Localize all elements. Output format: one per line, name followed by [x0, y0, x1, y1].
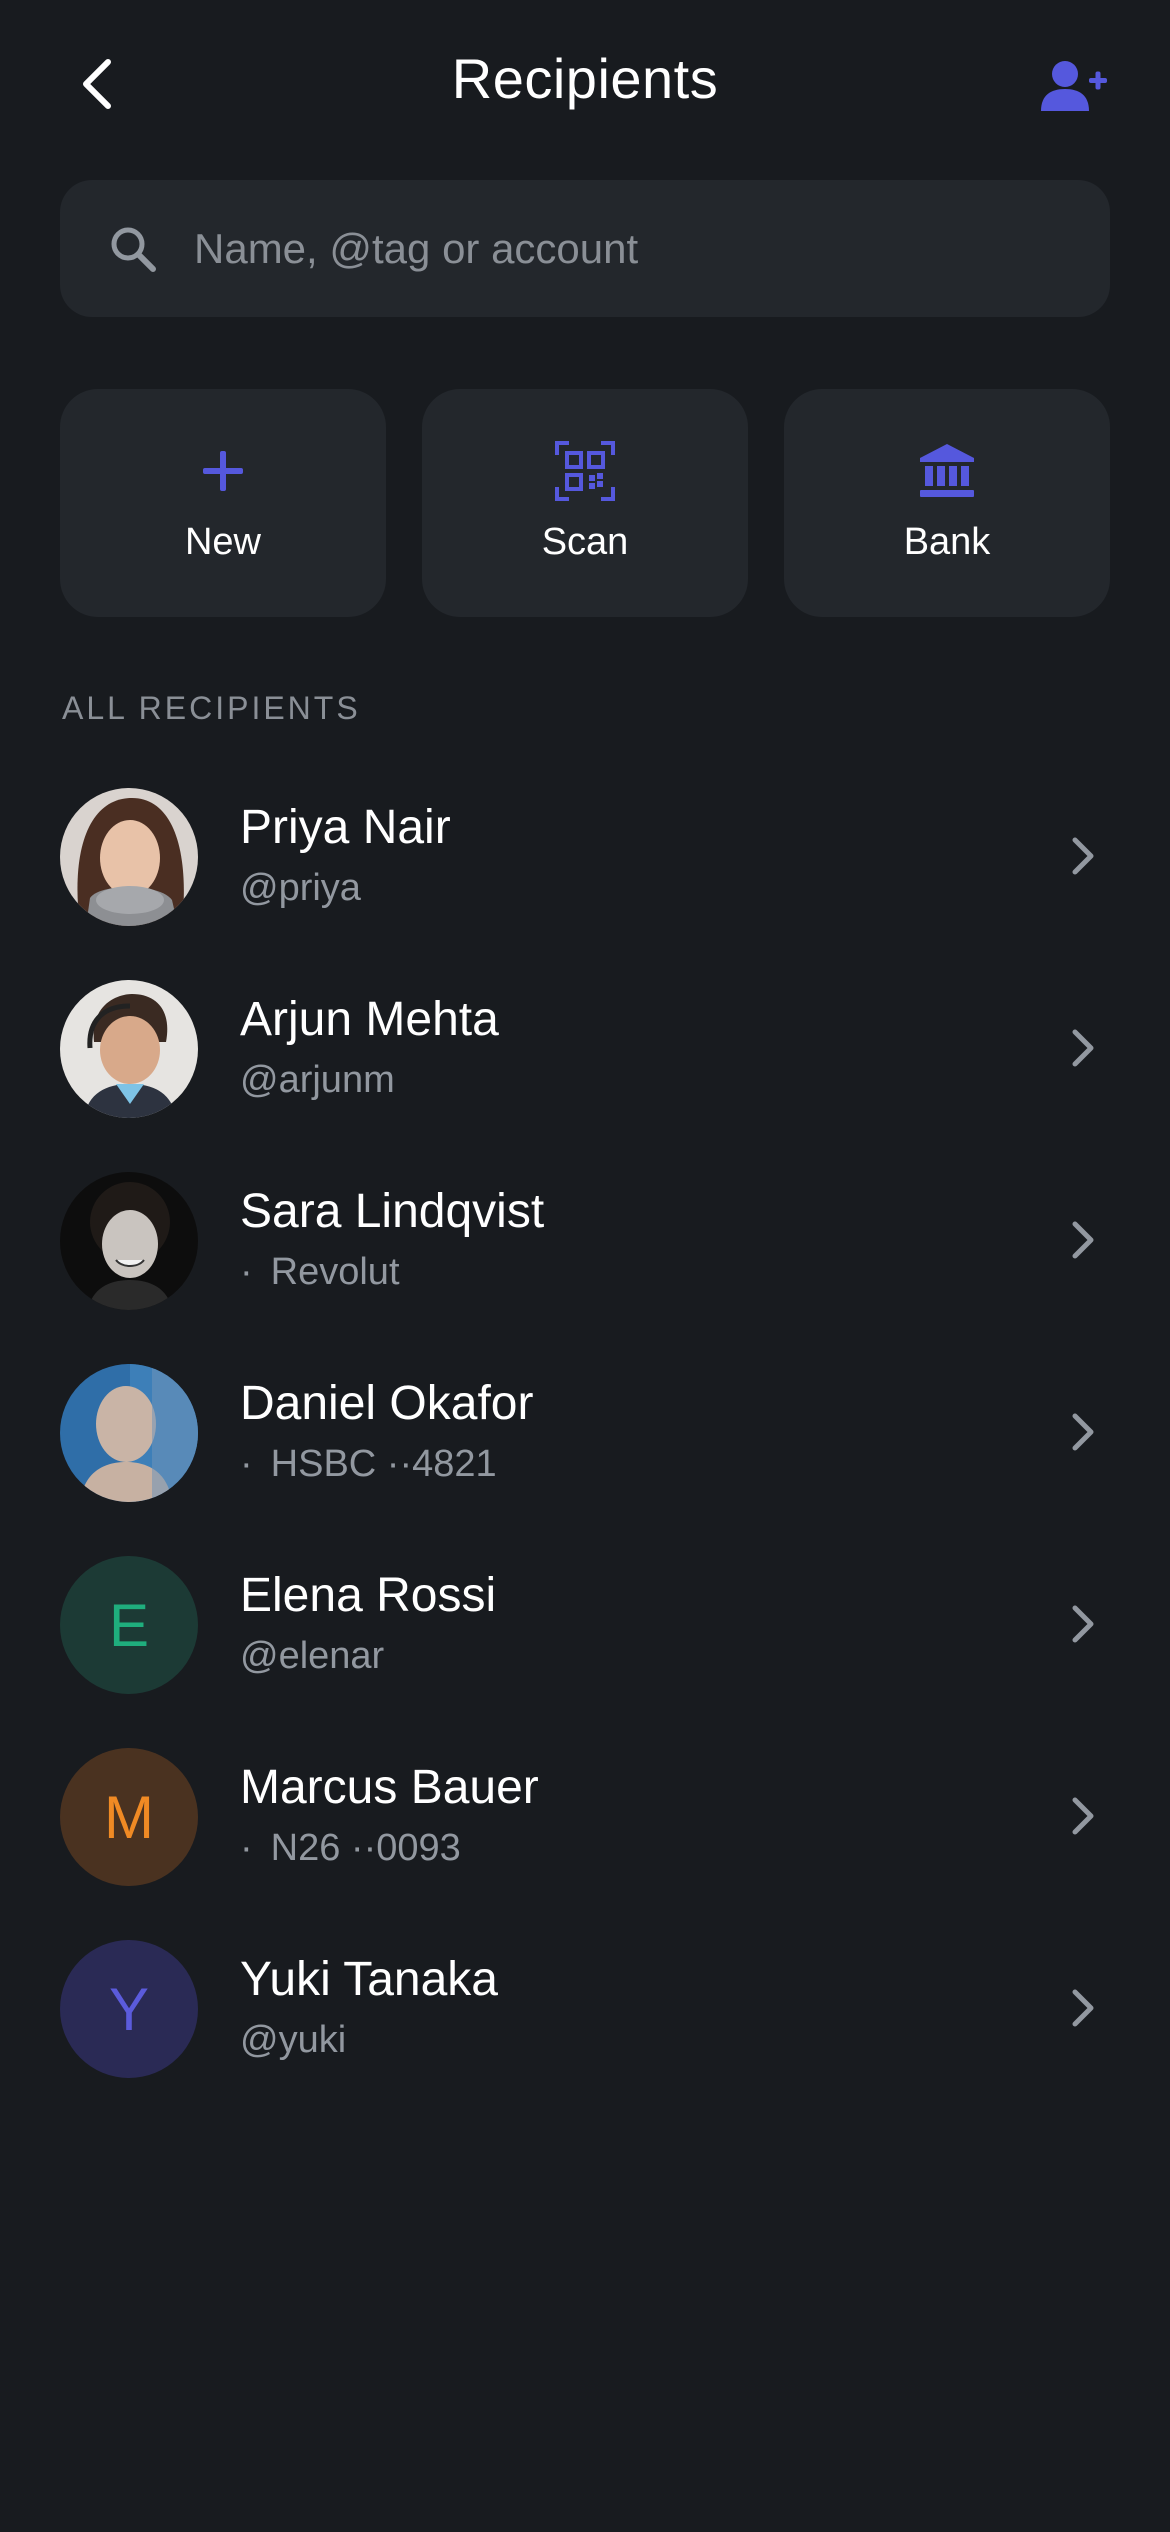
recipient-handle: @elenar	[240, 1635, 385, 1677]
avatar	[60, 980, 198, 1118]
search-bar[interactable]	[60, 180, 1110, 317]
recipient-row[interactable]: Y Yuki Tanaka @yuki	[0, 1912, 1170, 2104]
recipient-name: Arjun Mehta	[240, 993, 499, 1046]
chevron-right-icon	[1054, 1404, 1110, 1460]
recipient-row[interactable]: Sara Lindqvist · Revolut	[0, 1144, 1170, 1336]
recipient-name: Priya Nair	[240, 801, 451, 854]
recipient-list: Priya Nair @priya Arjun Mehta @arjunm Sa…	[0, 760, 1170, 2104]
bullet-separator: ·	[240, 1443, 253, 1485]
avatar-initial: Y	[108, 1975, 150, 2043]
recipient-handle: @priya	[240, 867, 361, 909]
recipient-name: Sara Lindqvist	[240, 1185, 545, 1238]
recipient-handle: @yuki	[240, 2019, 347, 2061]
page-title: Recipients	[451, 47, 719, 110]
recipient-name: Yuki Tanaka	[240, 1953, 498, 2006]
scan-button[interactable]: Scan	[422, 389, 748, 617]
bank-button[interactable]: Bank	[784, 389, 1110, 617]
recipient-bank: · HSBC ··4821	[240, 1443, 497, 1486]
avatar-initial: E	[108, 1591, 150, 1659]
chevron-right-icon	[1054, 1020, 1110, 1076]
recipient-row[interactable]: Arjun Mehta @arjunm	[0, 952, 1170, 1144]
action-label-new: New	[184, 521, 262, 563]
avatar	[60, 788, 198, 926]
recipient-row[interactable]: Daniel Okafor · HSBC ··4821	[0, 1336, 1170, 1528]
recipient-row[interactable]: E Elena Rossi @elenar	[0, 1528, 1170, 1720]
recipient-row[interactable]: Priya Nair @priya	[0, 760, 1170, 952]
recipient-bank-label: HSBC ··4821	[270, 1443, 497, 1485]
recipient-name: Marcus Bauer	[240, 1761, 539, 1814]
avatar: E	[60, 1556, 198, 1694]
chevron-right-icon	[1054, 1980, 1110, 2036]
avatar	[60, 1364, 198, 1502]
new-recipient-button[interactable]: New	[60, 389, 386, 617]
action-label-bank: Bank	[903, 521, 991, 563]
plus-icon	[191, 439, 255, 503]
recipient-bank: · Revolut	[240, 1251, 400, 1294]
header: Recipients	[0, 0, 1170, 165]
chevron-right-icon	[1054, 1212, 1110, 1268]
bullet-separator: ·	[240, 1827, 253, 1869]
action-label-scan: Scan	[541, 521, 629, 563]
search-icon	[106, 222, 160, 276]
search-input[interactable]	[192, 223, 1110, 274]
recipient-bank-label: N26 ··0093	[270, 1827, 461, 1869]
recipient-name: Daniel Okafor	[240, 1377, 534, 1430]
avatar: M	[60, 1748, 198, 1886]
quick-actions: New Scan Bank	[60, 389, 1110, 617]
add-person-icon	[1041, 61, 1107, 111]
section-header: ALL RECIPIENTS	[62, 690, 361, 726]
avatar: Y	[60, 1940, 198, 2078]
bank-icon	[915, 439, 979, 503]
add-recipient-button[interactable]	[1034, 50, 1114, 122]
bullet-separator: ·	[240, 1251, 253, 1293]
recipient-row[interactable]: M Marcus Bauer · N26 ··0093	[0, 1720, 1170, 1912]
avatar	[60, 1172, 198, 1310]
chevron-right-icon	[1054, 1788, 1110, 1844]
avatar-initial: M	[104, 1783, 154, 1851]
recipient-bank-label: Revolut	[270, 1251, 400, 1293]
recipient-handle: @arjunm	[240, 1059, 395, 1101]
qr-code-icon	[553, 439, 617, 503]
recipient-bank: · N26 ··0093	[240, 1827, 461, 1870]
chevron-right-icon	[1054, 828, 1110, 884]
recipient-name: Elena Rossi	[240, 1569, 497, 1622]
chevron-right-icon	[1054, 1596, 1110, 1652]
